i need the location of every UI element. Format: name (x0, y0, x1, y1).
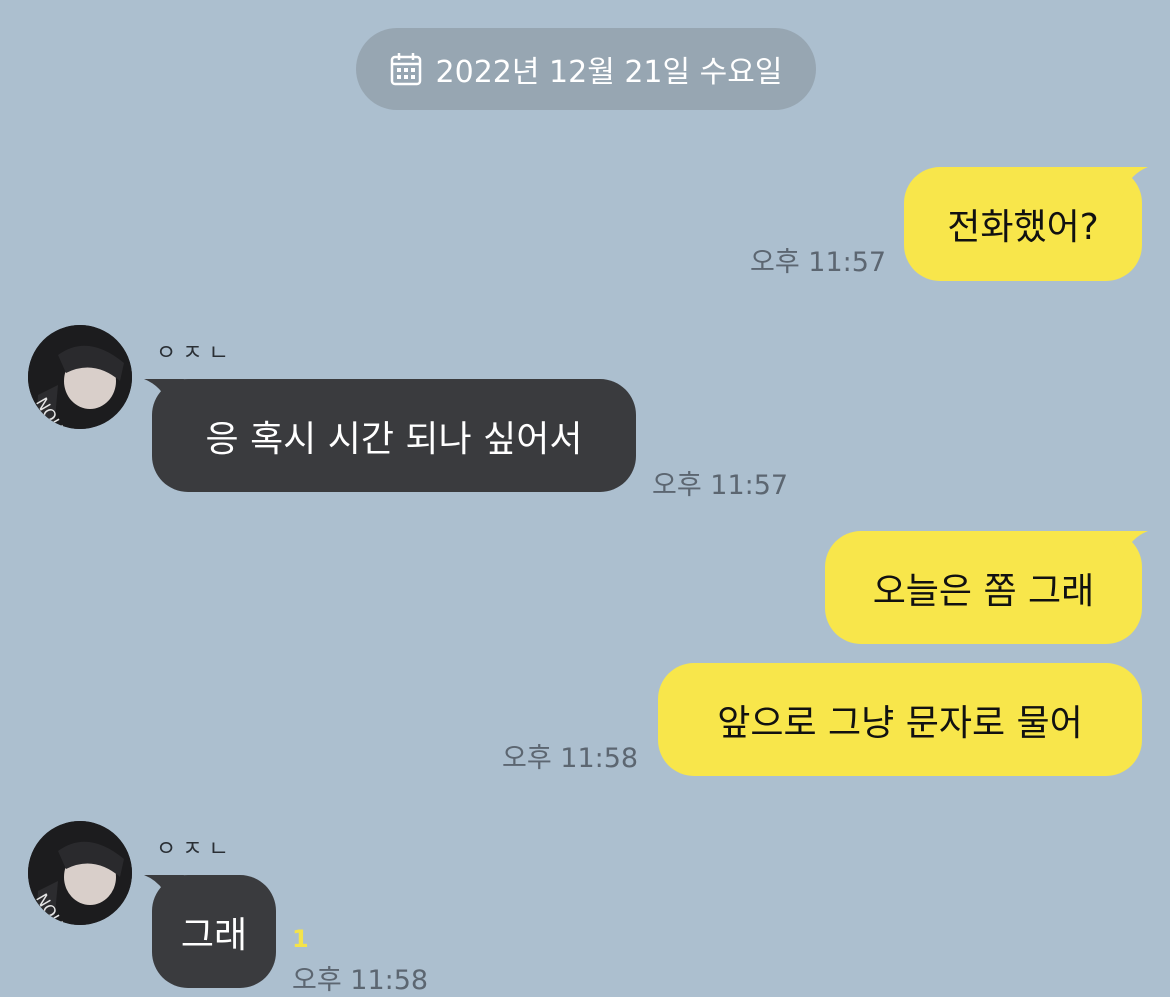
bubble-tail (144, 379, 184, 409)
date-divider: 2022년 12월 21일 수요일 (356, 28, 816, 110)
sender-name: ㅇㅈㄴ (156, 837, 235, 862)
my-message-bubble[interactable]: 전화했어? (904, 167, 1142, 281)
message-time: 오후 11:57 (750, 247, 887, 278)
message-text: 그래 (180, 914, 248, 956)
message-text: 앞으로 그냥 문자로 물어 (717, 702, 1083, 744)
my-message-bubble[interactable]: 앞으로 그냥 문자로 물어 (658, 663, 1142, 776)
message-text: 응 혹시 시간 되나 싶어서 (205, 418, 583, 460)
unread-count: 1 (292, 925, 309, 953)
bubble-tail (1108, 531, 1148, 561)
my-message-bubble[interactable]: 오늘은 쫌 그래 (825, 531, 1142, 644)
their-message-bubble[interactable]: 응 혹시 시간 되나 싶어서 (152, 379, 636, 492)
message-time: 오후 11:58 (292, 965, 429, 996)
avatar[interactable]: NOU (28, 325, 132, 429)
message-time: 오후 11:58 (502, 743, 639, 774)
calendar-icon (390, 53, 421, 86)
message-time: 오후 11:57 (652, 470, 789, 501)
avatar[interactable]: NOU (28, 821, 132, 925)
message-text: 전화했어? (947, 207, 1099, 248)
avatar-photo: NOU (28, 325, 132, 429)
bubble-tail (144, 875, 184, 905)
avatar-photo: NOU (28, 821, 132, 925)
message-text: 오늘은 쫌 그래 (872, 570, 1095, 612)
bubble-tail (1108, 167, 1148, 197)
sender-name: ㅇㅈㄴ (156, 341, 235, 366)
date-label: 2022년 12월 21일 수요일 (435, 55, 783, 90)
